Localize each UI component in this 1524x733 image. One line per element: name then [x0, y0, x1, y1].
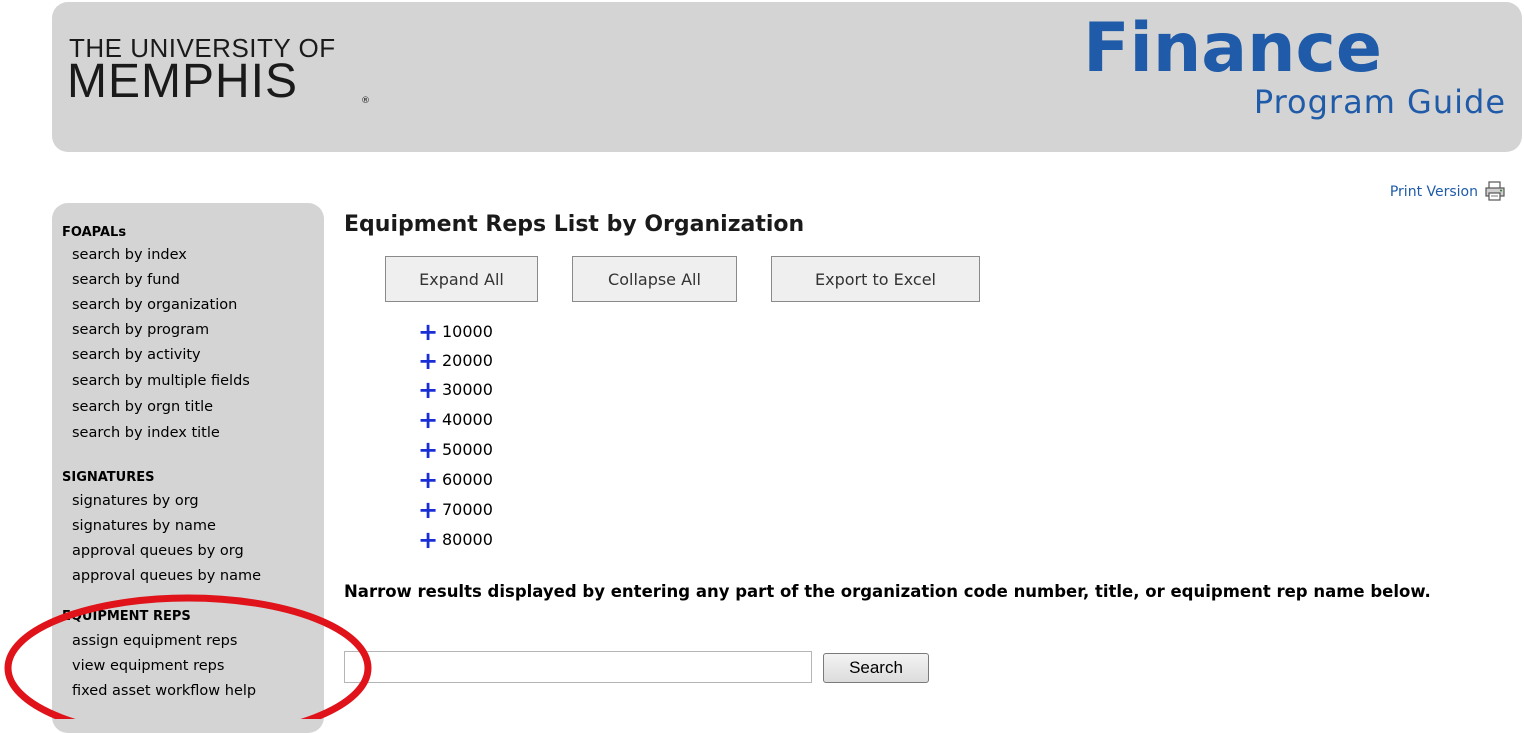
sidebar-item-search-by-index[interactable]: search by index	[72, 247, 187, 263]
tree-node-label: 20000	[442, 351, 493, 370]
plus-icon[interactable]: +	[418, 498, 440, 522]
sidebar-item-search-by-multiple-fields[interactable]: search by multiple fields	[72, 373, 250, 389]
search-instructions: Narrow results displayed by entering any…	[344, 582, 1431, 601]
plus-icon[interactable]: +	[418, 320, 440, 344]
tree-node-label: 10000	[442, 322, 493, 341]
sidebar-item-search-by-index-title[interactable]: search by index title	[72, 425, 220, 441]
tree-node-label: 60000	[442, 470, 493, 489]
sidebar-item-fixed-asset-workflow-help[interactable]: fixed asset workflow help	[72, 683, 256, 699]
tree-node-80000[interactable]: + 80000	[418, 528, 493, 552]
tree-node-label: 80000	[442, 530, 493, 549]
app-title: Finance	[1083, 9, 1382, 88]
sidebar-item-search-by-fund[interactable]: search by fund	[72, 272, 180, 288]
plus-icon[interactable]: +	[418, 378, 440, 402]
page-title: Equipment Reps List by Organization	[344, 212, 805, 237]
plus-icon[interactable]: +	[418, 468, 440, 492]
registered-mark: ®	[361, 96, 370, 106]
tree-node-label: 30000	[442, 380, 493, 399]
plus-icon[interactable]: +	[418, 438, 440, 462]
export-to-excel-button[interactable]: Export to Excel	[771, 256, 980, 302]
sidebar-item-search-by-program[interactable]: search by program	[72, 322, 209, 338]
sidebar-item-assign-equipment-reps[interactable]: assign equipment reps	[72, 633, 237, 649]
sidebar-item-search-by-organization[interactable]: search by organization	[72, 297, 237, 313]
tree-node-label: 70000	[442, 500, 493, 519]
sidebar-item-search-by-orgn-title[interactable]: search by orgn title	[72, 399, 213, 415]
print-version-link[interactable]: Print Version	[1390, 184, 1478, 200]
tree-node-label: 40000	[442, 410, 493, 429]
tree-node-60000[interactable]: + 60000	[418, 468, 493, 492]
sidebar-section-foapals: FOAPALs	[62, 225, 127, 240]
university-name-logo[interactable]: MEMPHIS	[67, 58, 298, 106]
collapse-all-button[interactable]: Collapse All	[572, 256, 737, 302]
sidebar-item-search-by-activity[interactable]: search by activity	[72, 347, 201, 363]
sidebar-item-approval-queues-by-name[interactable]: approval queues by name	[72, 568, 261, 584]
sidebar-item-signatures-by-name[interactable]: signatures by name	[72, 518, 216, 534]
sidebar-item-approval-queues-by-org[interactable]: approval queues by org	[72, 543, 244, 559]
plus-icon[interactable]: +	[418, 349, 440, 373]
tree-node-70000[interactable]: + 70000	[418, 498, 493, 522]
tree-node-label: 50000	[442, 440, 493, 459]
app-subtitle: Program Guide	[1253, 83, 1506, 121]
tree-node-50000[interactable]: + 50000	[418, 438, 493, 462]
tree-node-20000[interactable]: + 20000	[418, 349, 493, 373]
sidebar-section-equipment-reps: EQUIPMENT REPS	[62, 609, 191, 624]
sidebar-nav: FOAPALs search by index search by fund s…	[52, 203, 324, 733]
sidebar-section-signatures: SIGNATURES	[62, 470, 155, 485]
tree-node-40000[interactable]: + 40000	[418, 408, 493, 432]
expand-all-button[interactable]: Expand All	[385, 256, 538, 302]
printer-icon[interactable]	[1484, 180, 1506, 202]
tree-node-10000[interactable]: + 10000	[418, 320, 493, 344]
site-header: THE UNIVERSITY OF MEMPHIS ® Finance Prog…	[52, 2, 1522, 152]
sidebar-item-view-equipment-reps[interactable]: view equipment reps	[72, 658, 224, 674]
plus-icon[interactable]: +	[418, 408, 440, 432]
tree-node-30000[interactable]: + 30000	[418, 378, 493, 402]
sidebar-item-signatures-by-org[interactable]: signatures by org	[72, 493, 199, 509]
plus-icon[interactable]: +	[418, 528, 440, 552]
search-button[interactable]: Search	[823, 653, 929, 683]
search-input[interactable]	[344, 651, 812, 683]
